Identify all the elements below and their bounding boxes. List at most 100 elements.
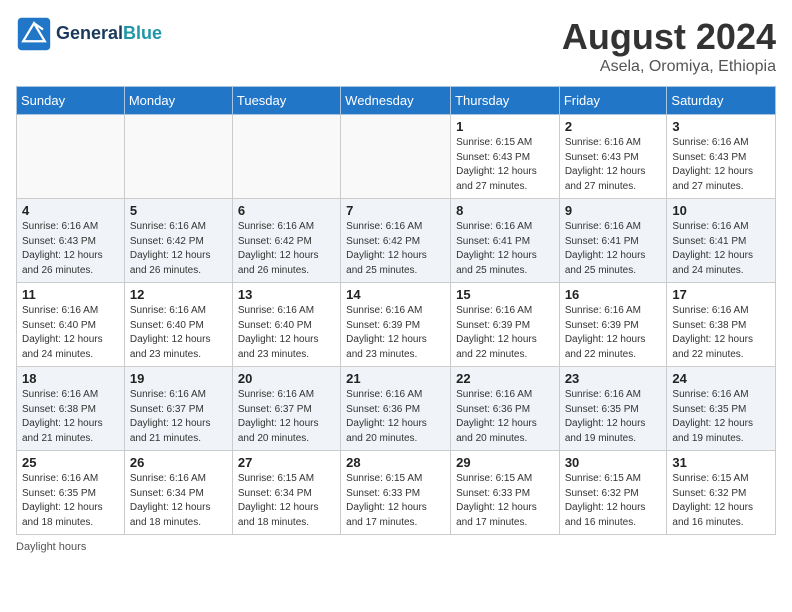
calendar-day-cell: 31 Sunrise: 6:15 AMSunset: 6:32 PMDayligh… [667, 451, 776, 535]
day-info: Sunrise: 6:16 AMSunset: 6:40 PMDaylight:… [130, 304, 227, 362]
calendar-day-cell: 2 Sunrise: 6:16 AMSunset: 6:43 PMDaylight… [559, 115, 667, 199]
day-info: Sunrise: 6:16 AMSunset: 6:40 PMDaylight:… [22, 304, 119, 362]
day-number: 10 [672, 203, 770, 218]
day-number: 6 [238, 203, 335, 218]
day-number: 12 [130, 287, 227, 302]
day-info: Sunrise: 6:16 AMSunset: 6:39 PMDaylight:… [565, 304, 662, 362]
calendar-day-cell: 11 Sunrise: 6:16 AMSunset: 6:40 PMDayligh… [17, 283, 125, 367]
title-block: August 2024 Asela, Oromiya, Ethiopia [562, 16, 776, 76]
day-number: 23 [565, 371, 662, 386]
day-info: Sunrise: 6:16 AMSunset: 6:41 PMDaylight:… [672, 220, 770, 278]
day-info: Sunrise: 6:16 AMSunset: 6:35 PMDaylight:… [672, 388, 770, 446]
day-number: 8 [456, 203, 554, 218]
calendar-week-row: 18 Sunrise: 6:16 AMSunset: 6:38 PMDayligh… [17, 367, 776, 451]
calendar-table: SundayMondayTuesdayWednesdayThursdayFrid… [16, 86, 776, 535]
calendar-day-cell: 29Sunrise: 6:15 AMSunset: 6:33 PMDayligh… [451, 451, 560, 535]
calendar-header-cell: Wednesday [341, 87, 451, 115]
calendar-week-row: 11 Sunrise: 6:16 AMSunset: 6:40 PMDayligh… [17, 283, 776, 367]
calendar-day-cell: 4 Sunrise: 6:16 AMSunset: 6:43 PMDaylight… [17, 199, 125, 283]
day-info: Sunrise: 6:16 AMSunset: 6:34 PMDaylight:… [130, 472, 227, 530]
day-info: Sunrise: 6:16 AMSunset: 6:36 PMDaylight:… [456, 388, 554, 446]
calendar-day-cell: 1 Sunrise: 6:15 AMSunset: 6:43 PMDaylight… [451, 115, 560, 199]
calendar-day-cell: 9Sunrise: 6:16 AMSunset: 6:41 PMDaylight… [559, 199, 667, 283]
day-info: Sunrise: 6:16 AMSunset: 6:42 PMDaylight:… [130, 220, 227, 278]
calendar-header-cell: Sunday [17, 87, 125, 115]
day-info: Sunrise: 6:16 AMSunset: 6:42 PMDaylight:… [346, 220, 445, 278]
day-number: 18 [22, 371, 119, 386]
day-number: 11 [22, 287, 119, 302]
day-info: Sunrise: 6:16 AMSunset: 6:42 PMDaylight:… [238, 220, 335, 278]
day-number: 13 [238, 287, 335, 302]
day-number: 4 [22, 203, 119, 218]
day-number: 30 [565, 455, 662, 470]
day-info: Sunrise: 6:16 AMSunset: 6:37 PMDaylight:… [238, 388, 335, 446]
calendar-header-cell: Monday [124, 87, 232, 115]
footer-note: Daylight hours [16, 541, 776, 553]
day-number: 24 [672, 371, 770, 386]
day-number: 7 [346, 203, 445, 218]
calendar-day-cell: 25 Sunrise: 6:16 AMSunset: 6:35 PMDayligh… [17, 451, 125, 535]
day-number: 22 [456, 371, 554, 386]
day-number: 27 [238, 455, 335, 470]
day-info: Sunrise: 6:15 AMSunset: 6:32 PMDaylight:… [672, 472, 770, 530]
calendar-day-cell: 28 Sunrise: 6:15 AMSunset: 6:33 PMDayligh… [341, 451, 451, 535]
day-info: Sunrise: 6:16 AMSunset: 6:35 PMDaylight:… [565, 388, 662, 446]
calendar-day-cell [17, 115, 125, 199]
logo-text: GeneralBlue [56, 23, 162, 45]
month-year: August 2024 [562, 16, 776, 58]
day-info: Sunrise: 6:16 AMSunset: 6:38 PMDaylight:… [672, 304, 770, 362]
calendar-day-cell: 13 Sunrise: 6:16 AMSunset: 6:40 PMDayligh… [232, 283, 340, 367]
day-info: Sunrise: 6:16 AMSunset: 6:37 PMDaylight:… [130, 388, 227, 446]
calendar-day-cell: 3Sunrise: 6:16 AMSunset: 6:43 PMDaylight… [667, 115, 776, 199]
day-number: 31 [672, 455, 770, 470]
calendar-day-cell: 10 Sunrise: 6:16 AMSunset: 6:41 PMDayligh… [667, 199, 776, 283]
day-number: 26 [130, 455, 227, 470]
day-info: Sunrise: 6:15 AMSunset: 6:33 PMDaylight:… [346, 472, 445, 530]
day-info: Sunrise: 6:16 AMSunset: 6:43 PMDaylight:… [565, 136, 662, 194]
calendar-day-cell [232, 115, 340, 199]
day-info: Sunrise: 6:15 AMSunset: 6:43 PMDaylight:… [456, 136, 554, 194]
calendar-week-row: 25 Sunrise: 6:16 AMSunset: 6:35 PMDayligh… [17, 451, 776, 535]
calendar-day-cell: 8 Sunrise: 6:16 AMSunset: 6:41 PMDaylight… [451, 199, 560, 283]
calendar-day-cell: 16Sunrise: 6:16 AMSunset: 6:39 PMDayligh… [559, 283, 667, 367]
day-number: 15 [456, 287, 554, 302]
day-number: 20 [238, 371, 335, 386]
day-info: Sunrise: 6:16 AMSunset: 6:39 PMDaylight:… [346, 304, 445, 362]
day-info: Sunrise: 6:16 AMSunset: 6:43 PMDaylight:… [672, 136, 770, 194]
calendar-week-row: 1 Sunrise: 6:15 AMSunset: 6:43 PMDaylight… [17, 115, 776, 199]
day-number: 21 [346, 371, 445, 386]
day-info: Sunrise: 6:16 AMSunset: 6:41 PMDaylight:… [456, 220, 554, 278]
calendar-day-cell [341, 115, 451, 199]
calendar-day-cell: 7 Sunrise: 6:16 AMSunset: 6:42 PMDaylight… [341, 199, 451, 283]
day-number: 5 [130, 203, 227, 218]
calendar-day-cell: 20 Sunrise: 6:16 AMSunset: 6:37 PMDayligh… [232, 367, 340, 451]
day-number: 25 [22, 455, 119, 470]
day-info: Sunrise: 6:16 AMSunset: 6:43 PMDaylight:… [22, 220, 119, 278]
day-number: 2 [565, 119, 662, 134]
calendar-day-cell: 18 Sunrise: 6:16 AMSunset: 6:38 PMDayligh… [17, 367, 125, 451]
calendar-day-cell: 12 Sunrise: 6:16 AMSunset: 6:40 PMDayligh… [124, 283, 232, 367]
day-info: Sunrise: 6:16 AMSunset: 6:40 PMDaylight:… [238, 304, 335, 362]
day-info: Sunrise: 6:15 AMSunset: 6:32 PMDaylight:… [565, 472, 662, 530]
calendar-header-cell: Friday [559, 87, 667, 115]
day-number: 1 [456, 119, 554, 134]
calendar-day-cell: 5 Sunrise: 6:16 AMSunset: 6:42 PMDaylight… [124, 199, 232, 283]
calendar-day-cell [124, 115, 232, 199]
calendar-day-cell: 21Sunrise: 6:16 AMSunset: 6:36 PMDayligh… [341, 367, 451, 451]
day-info: Sunrise: 6:16 AMSunset: 6:35 PMDaylight:… [22, 472, 119, 530]
day-number: 28 [346, 455, 445, 470]
day-info: Sunrise: 6:16 AMSunset: 6:38 PMDaylight:… [22, 388, 119, 446]
logo: GeneralBlue [16, 16, 162, 52]
calendar-day-cell: 6 Sunrise: 6:16 AMSunset: 6:42 PMDaylight… [232, 199, 340, 283]
page-header: GeneralBlue August 2024 Asela, Oromiya, … [16, 16, 776, 76]
day-number: 17 [672, 287, 770, 302]
calendar-header-row: SundayMondayTuesdayWednesdayThursdayFrid… [17, 87, 776, 115]
calendar-day-cell: 15Sunrise: 6:16 AMSunset: 6:39 PMDayligh… [451, 283, 560, 367]
calendar-header-cell: Saturday [667, 87, 776, 115]
calendar-header-cell: Thursday [451, 87, 560, 115]
calendar-day-cell: 26 Sunrise: 6:16 AMSunset: 6:34 PMDayligh… [124, 451, 232, 535]
location: Asela, Oromiya, Ethiopia [562, 58, 776, 76]
calendar-header-cell: Tuesday [232, 87, 340, 115]
day-number: 14 [346, 287, 445, 302]
day-number: 29 [456, 455, 554, 470]
